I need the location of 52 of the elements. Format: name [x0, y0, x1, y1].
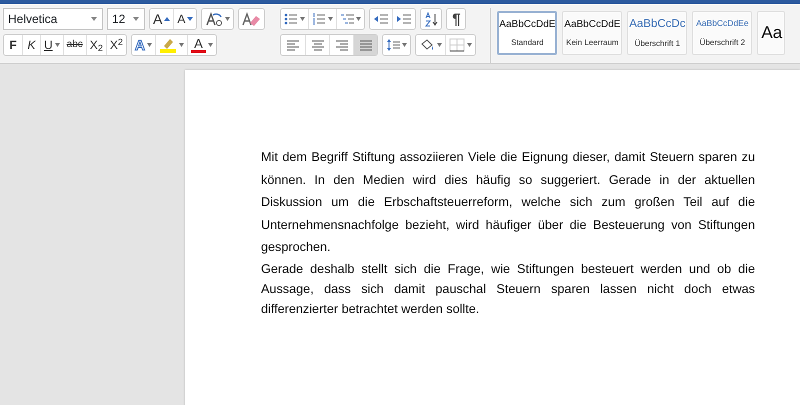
bold-button[interactable]: F [4, 35, 22, 55]
align-right-icon [334, 38, 349, 52]
style-option[interactable]: AaBbCcDdE Kein Leerraum [562, 11, 622, 55]
justify-icon [358, 38, 373, 52]
justify-button[interactable] [353, 35, 378, 55]
font-size-field[interactable]: 12 [107, 8, 145, 30]
superscript-button[interactable]: X$^{2}$ [106, 35, 126, 55]
subscript-button[interactable]: X$_{2}$ [86, 35, 106, 55]
triangle-down-icon [187, 16, 194, 22]
paragraph-text: Gerade deshalb stellt sich die Frage, wie Stiftungen besteuert werden und ob die Aussage, dass sich damit pauschal Steuern sparen lassen nicht doch etwas differenzierter betrachtet werden sollte. [261, 260, 755, 318]
show-formatting-button[interactable]: ¶ [447, 9, 466, 29]
triangle-up-icon [164, 16, 170, 22]
dropdown-icon [467, 43, 472, 47]
style-option[interactable]: Aa [757, 11, 786, 55]
dropdown-icon [208, 43, 213, 47]
dropdown-icon [90, 16, 98, 22]
dropdown-icon [132, 16, 140, 22]
dropdown-icon [402, 43, 408, 47]
style-option[interactable]: AaBbCcDc Überschrift 1 [627, 11, 688, 55]
borders-icon [449, 38, 466, 52]
italic-button[interactable]: K [22, 35, 40, 55]
font-color-button[interactable]: A [186, 35, 216, 55]
dropdown-icon [356, 17, 362, 21]
dropdown-icon [328, 17, 334, 21]
underline-button[interactable]: U [40, 35, 63, 55]
dropdown-icon [437, 43, 442, 47]
dropdown-icon [146, 43, 152, 47]
numbered-list-icon [312, 12, 326, 26]
eraser-icon [242, 11, 262, 27]
shrink-font-button[interactable]: A [173, 9, 196, 29]
dropdown-icon [178, 43, 184, 47]
dropdown-icon [300, 17, 306, 21]
strikethrough-button[interactable]: abc [62, 35, 86, 55]
change-case-icon [205, 11, 224, 27]
decrease-indent-icon [373, 12, 390, 26]
style-option[interactable]: AaBbCcDdE Standard [497, 11, 558, 55]
text-effects-button[interactable]: A [132, 35, 155, 55]
line-spacing-icon [386, 38, 400, 52]
bulleted-list-icon [284, 12, 298, 26]
align-left-icon [286, 38, 300, 52]
grow-font-button[interactable]: A [150, 9, 174, 29]
paragraph-text: Mit dem Begriff Stiftung assoziieren Viele die Eignung dieser, damit Steuern sparen zu können. In den Medien wird dies häufig so suggeriert. Gerade in der aktuellen Diskussion um die Erbschaftsteuerreform, welche sich zum großen Teil auf die Unternehmensnachfolge bezieht, wird häufiger über die Besteuerung von Stiftungen gesprochen. [261, 149, 755, 256]
dropdown-icon [54, 43, 60, 47]
multilevel-list-icon [340, 12, 354, 26]
paint-bucket-icon [419, 38, 436, 52]
highlighter-icon [158, 37, 177, 53]
dropdown-icon [225, 17, 230, 21]
increase-indent-icon [396, 12, 412, 26]
style-option[interactable]: AaBbCcDdEe Überschrift 2 [692, 11, 752, 55]
font-family-field[interactable]: Helvetica [3, 8, 103, 30]
align-center-icon [310, 38, 325, 52]
sort-icon [424, 12, 438, 26]
